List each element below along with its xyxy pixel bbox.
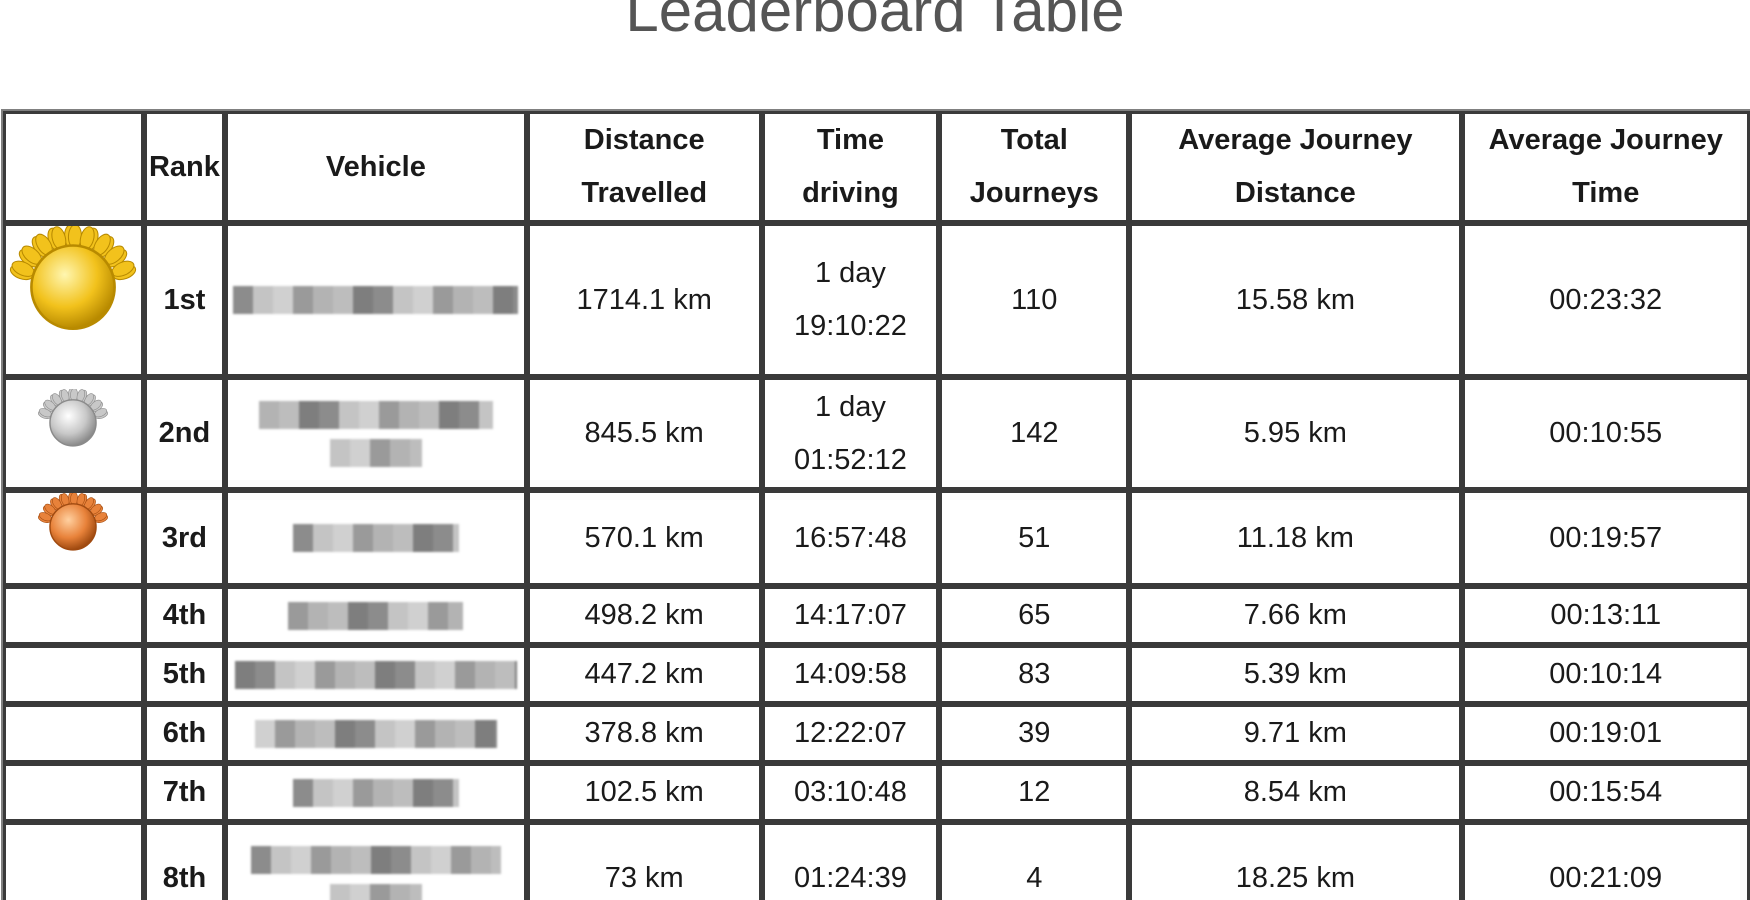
table-row: 6th 378.8 km 12:22:07 39 9.71 km 00:19:01 [3, 704, 1750, 763]
vehicle-cell [224, 822, 527, 900]
avg-distance-cell: 5.95 km [1129, 377, 1462, 490]
vehicle-cell [224, 645, 527, 704]
vehicle-cell [224, 704, 527, 763]
avg-distance-cell: 5.39 km [1129, 645, 1462, 704]
leaderboard-table: Rank Vehicle Distance Travelled Time dri… [1, 109, 1750, 900]
avg-time-cell: 00:10:55 [1461, 377, 1750, 490]
avg-time-cell: 00:21:09 [1461, 822, 1750, 900]
time-driving-cell: 03:10:48 [761, 763, 940, 822]
column-header-medal [3, 111, 144, 223]
total-journeys-cell: 65 [939, 586, 1130, 645]
total-journeys-cell: 4 [939, 822, 1130, 900]
avg-time-cell: 00:13:11 [1461, 586, 1750, 645]
table-row: 4th 498.2 km 14:17:07 65 7.66 km 00:13:11 [3, 586, 1750, 645]
table-row: 8th 73 km 01:24:39 4 18.25 km 00:21:09 [3, 822, 1750, 900]
column-header-rank: Rank [143, 111, 225, 223]
column-header-avg-time: Average Journey Time [1461, 111, 1750, 223]
medal-cell [3, 645, 144, 704]
table-row: 5th 447.2 km 14:09:58 83 5.39 km 00:10:14 [3, 645, 1750, 704]
silver-medal-icon [8, 387, 139, 479]
time-driving-cell: 1 day 01:52:12 [761, 377, 940, 490]
bronze-medal-icon [8, 493, 139, 583]
time-driving-cell: 1 day 19:10:22 [761, 223, 940, 377]
avg-distance-cell: 18.25 km [1129, 822, 1462, 900]
table-row: 2nd 845.5 km 1 day 01:52:12 142 5.95 km 00:10… [3, 377, 1750, 490]
vehicle-cell [224, 586, 527, 645]
total-journeys-cell: 142 [939, 377, 1130, 490]
rank-cell: 3rd [143, 490, 225, 586]
avg-time-cell: 00:23:32 [1461, 223, 1750, 377]
medal-cell [3, 704, 144, 763]
time-driving-cell: 01:24:39 [761, 822, 940, 900]
medal-cell [3, 490, 144, 586]
rank-cell: 7th [143, 763, 225, 822]
distance-cell: 73 km [526, 822, 762, 900]
avg-time-cell: 00:15:54 [1461, 763, 1750, 822]
distance-cell: 378.8 km [526, 704, 762, 763]
redacted-text [258, 400, 493, 429]
total-journeys-cell: 51 [939, 490, 1130, 586]
rank-cell: 8th [143, 822, 225, 900]
time-driving-cell: 12:22:07 [761, 704, 940, 763]
time-driving-cell: 16:57:48 [761, 490, 940, 586]
rank-cell: 5th [143, 645, 225, 704]
distance-cell: 570.1 km [526, 490, 762, 586]
redacted-text [329, 438, 422, 467]
redacted-text [233, 286, 519, 314]
column-header-time: Time driving [761, 111, 940, 223]
time-driving-cell: 14:09:58 [761, 645, 940, 704]
column-header-avg-distance: Average Journey Distance [1129, 111, 1462, 223]
avg-distance-cell: 8.54 km [1129, 763, 1462, 822]
redacted-text [292, 524, 459, 552]
vehicle-cell [224, 490, 527, 586]
table-row: 3rd 570.1 km 16:57:48 51 11.18 km 00:19:57 [3, 490, 1750, 586]
total-journeys-cell: 83 [939, 645, 1130, 704]
avg-time-cell: 00:19:57 [1461, 490, 1750, 586]
avg-distance-cell: 15.58 km [1129, 223, 1462, 377]
total-journeys-cell: 110 [939, 223, 1130, 377]
medal-cell [3, 586, 144, 645]
total-journeys-cell: 39 [939, 704, 1130, 763]
avg-time-cell: 00:19:01 [1461, 704, 1750, 763]
redacted-text [329, 883, 422, 900]
medal-cell [3, 377, 144, 490]
distance-cell: 1714.1 km [526, 223, 762, 377]
distance-cell: 447.2 km [526, 645, 762, 704]
avg-distance-cell: 7.66 km [1129, 586, 1462, 645]
redacted-text [288, 601, 464, 630]
redacted-text [254, 719, 497, 748]
page-title: Leaderboard Table [625, 0, 1125, 44]
rank-cell: 1st [143, 223, 225, 377]
distance-cell: 498.2 km [526, 586, 762, 645]
medal-cell [3, 822, 144, 900]
avg-distance-cell: 11.18 km [1129, 490, 1462, 586]
header-row: Rank Vehicle Distance Travelled Time dri… [3, 111, 1750, 223]
avg-time-cell: 00:10:14 [1461, 645, 1750, 704]
redacted-text [292, 778, 459, 807]
redacted-text [250, 845, 501, 874]
vehicle-cell [224, 223, 527, 377]
leaderboard-page: Leaderboard Table Rank Vehicle Distance … [0, 0, 1750, 900]
medal-cell [3, 223, 144, 377]
gold-medal-icon [8, 226, 139, 374]
total-journeys-cell: 12 [939, 763, 1130, 822]
medal-cell [3, 763, 144, 822]
rank-cell: 4th [143, 586, 225, 645]
vehicle-cell [224, 377, 527, 490]
column-header-distance: Distance Travelled [526, 111, 762, 223]
avg-distance-cell: 9.71 km [1129, 704, 1462, 763]
redacted-text [234, 660, 517, 689]
rank-cell: 6th [143, 704, 225, 763]
rank-cell: 2nd [143, 377, 225, 490]
table-row: 7th 102.5 km 03:10:48 12 8.54 km 00:15:54 [3, 763, 1750, 822]
time-driving-cell: 14:17:07 [761, 586, 940, 645]
table-row: 1st 1714.1 km 1 day 19:10:22 110 15.58 km 00:… [3, 223, 1750, 377]
distance-cell: 845.5 km [526, 377, 762, 490]
vehicle-cell [224, 763, 527, 822]
column-header-vehicle: Vehicle [224, 111, 527, 223]
distance-cell: 102.5 km [526, 763, 762, 822]
column-header-journeys: Total Journeys [939, 111, 1130, 223]
